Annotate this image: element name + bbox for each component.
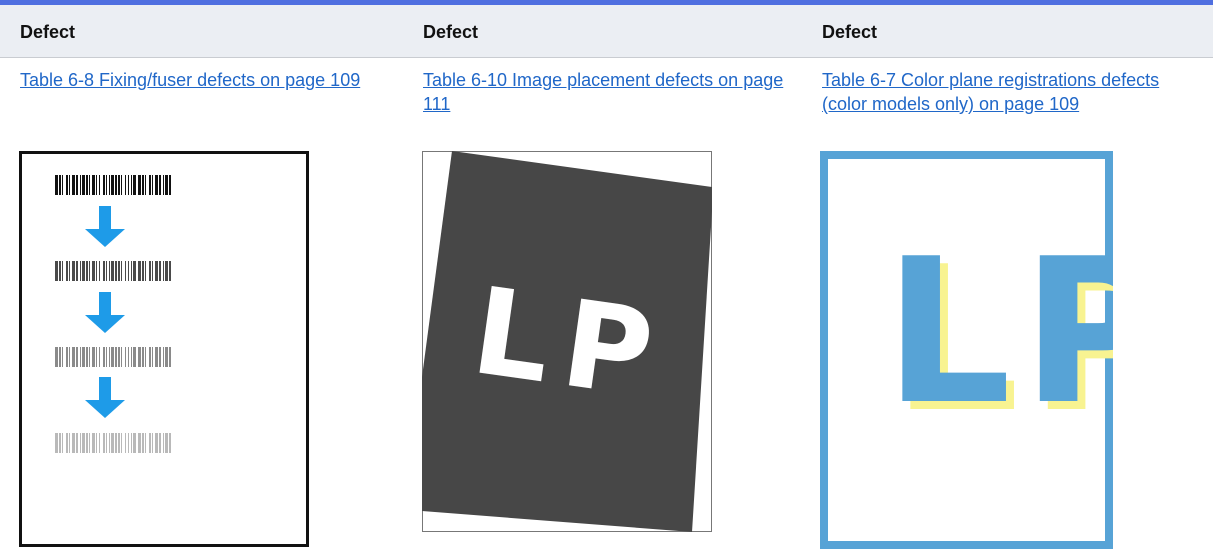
table-header-row: Defect Defect Defect bbox=[0, 5, 1213, 57]
skewed-lp-letters: LP bbox=[465, 262, 675, 426]
column-header-defect-3: Defect bbox=[822, 22, 878, 42]
link-fixing-fuser-defects[interactable]: Table 6-8 Fixing/fuser defects on page 1… bbox=[20, 68, 390, 92]
column-header-defect-2: Defect bbox=[423, 22, 479, 42]
blue-lp-letters: LP bbox=[884, 216, 1113, 449]
header-divider bbox=[0, 57, 1213, 58]
link-image-placement-defects[interactable]: Table 6-10 Image placement defects on pa… bbox=[423, 68, 793, 116]
link-color-plane-registration-defects[interactable]: Table 6-7 Color plane registrations defe… bbox=[822, 68, 1202, 116]
column-header-defect-1: Defect bbox=[20, 22, 76, 42]
color-registration-illustration: LP LP bbox=[820, 151, 1113, 549]
fuser-defect-illustration bbox=[19, 151, 309, 547]
image-placement-illustration: LP bbox=[422, 151, 712, 532]
